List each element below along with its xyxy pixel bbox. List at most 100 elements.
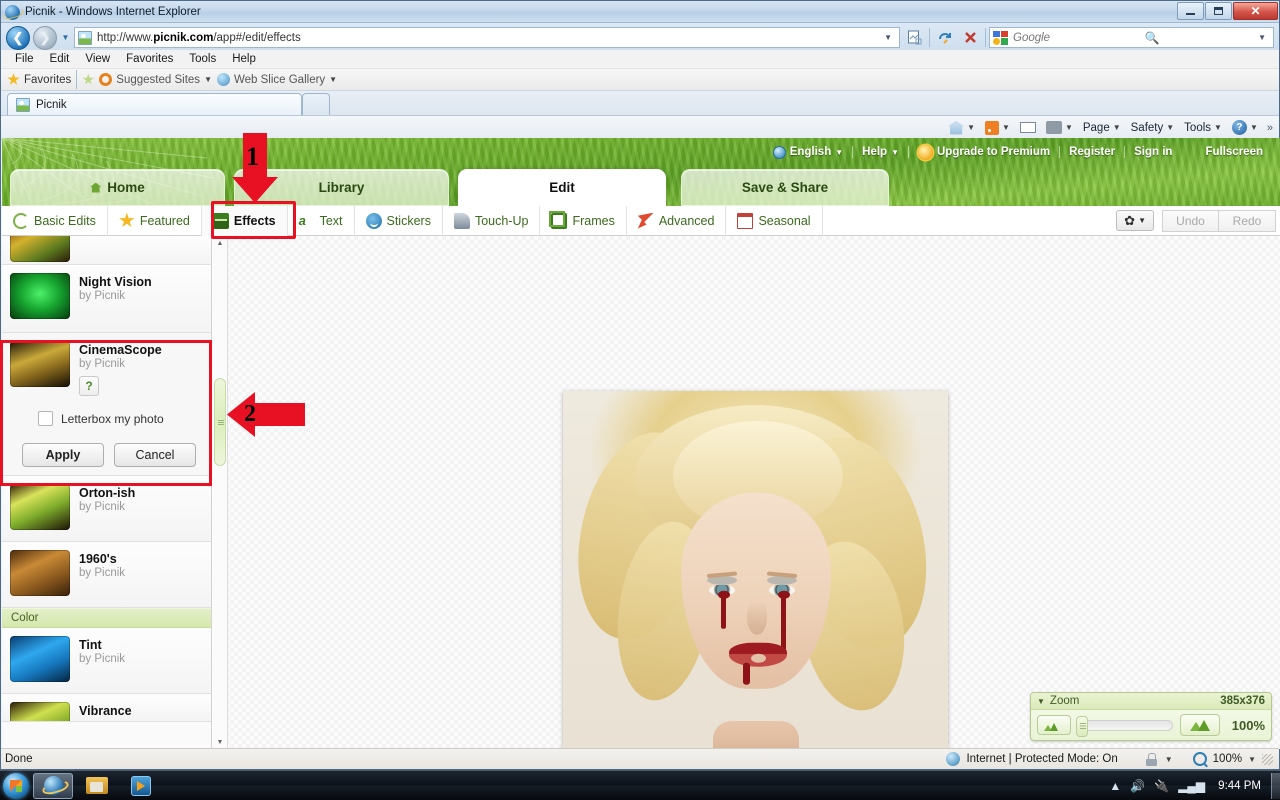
- redo-button[interactable]: Redo: [1219, 209, 1276, 232]
- menu-help[interactable]: Help: [224, 52, 264, 66]
- refresh-icon[interactable]: [933, 26, 956, 49]
- show-hidden-icons-icon[interactable]: ▲: [1109, 779, 1121, 793]
- taskbar-item-windows-explorer[interactable]: [77, 773, 117, 799]
- address-dropdown-caret-icon[interactable]: ▼: [880, 33, 896, 42]
- collapse-caret-icon[interactable]: ▼: [1037, 697, 1045, 706]
- volume-icon[interactable]: 🔊: [1130, 779, 1145, 793]
- scroll-down-arrow-icon[interactable]: ▼: [212, 735, 228, 749]
- subtab-seasonal[interactable]: Seasonal: [726, 205, 823, 236]
- tab-edit[interactable]: Edit: [458, 169, 666, 206]
- zoom-slider-thumb[interactable]: [1076, 715, 1088, 737]
- fullscreen-link[interactable]: Fullscreen: [1181, 146, 1272, 158]
- tab-home-label: Home: [107, 180, 145, 195]
- search-input[interactable]: Google 🔍 ▼: [989, 27, 1274, 48]
- resize-grip[interactable]: [1262, 753, 1273, 765]
- list-item[interactable]: Tint by Picnik: [2, 628, 211, 694]
- web-slice-icon: [216, 73, 230, 86]
- feeds-caret-icon[interactable]: ▼: [1002, 123, 1010, 132]
- subtab-text[interactable]: a Text: [288, 205, 355, 236]
- subtab-basic-edits[interactable]: Basic Edits: [2, 205, 108, 236]
- subtab-advanced[interactable]: Advanced: [627, 205, 727, 236]
- url-part-prefix: http://www.: [97, 31, 154, 44]
- minimize-button[interactable]: [1177, 2, 1204, 20]
- address-input[interactable]: http://www.picnik.com/app#/edit/effects …: [74, 27, 900, 48]
- sidebar-scrollbar[interactable]: ▲ ▼: [212, 236, 228, 749]
- battery-icon[interactable]: 🔌: [1154, 779, 1169, 793]
- command-bar-overflow[interactable]: »: [1264, 122, 1273, 134]
- zoom-slider[interactable]: [1076, 715, 1173, 737]
- menu-tools[interactable]: Tools: [181, 52, 224, 66]
- effects-sidebar[interactable]: Night Vision by Picnik CinemaScope by Pi…: [2, 236, 212, 749]
- list-item[interactable]: 1960's by Picnik: [2, 542, 211, 608]
- register-link[interactable]: Register: [1060, 146, 1124, 158]
- network-icon[interactable]: ▂▄▆: [1178, 779, 1205, 793]
- subtab-touch-up[interactable]: Touch-Up: [443, 205, 541, 236]
- sidebar-scrollbar-thumb[interactable]: [214, 378, 226, 466]
- compatibility-view-icon[interactable]: [903, 26, 926, 49]
- favorites-button[interactable]: Favorites: [7, 73, 71, 86]
- tools-menu[interactable]: Tools ▼: [1180, 120, 1226, 136]
- settings-gear-button[interactable]: ✿ ▼: [1116, 210, 1154, 231]
- print-button[interactable]: ▼: [1042, 119, 1077, 136]
- zoom-caret-icon[interactable]: ▼: [1248, 755, 1256, 764]
- menu-edit[interactable]: Edit: [42, 52, 78, 66]
- tab-label: Picnik: [36, 98, 67, 111]
- privacy-caret-icon[interactable]: ▼: [1165, 755, 1173, 764]
- feeds-button[interactable]: ▼: [981, 119, 1014, 137]
- taskbar-item-media-player[interactable]: [121, 773, 161, 799]
- subtab-stickers[interactable]: Stickers: [355, 205, 443, 236]
- security-zone-text: Internet | Protected Mode: On: [966, 753, 1118, 765]
- menu-file[interactable]: File: [7, 52, 42, 66]
- browser-zoom-level[interactable]: 100%: [1213, 753, 1242, 765]
- tab-picnik[interactable]: Picnik: [7, 93, 302, 115]
- edited-photo[interactable]: [563, 391, 948, 749]
- show-desktop-button[interactable]: [1271, 772, 1280, 799]
- forward-button[interactable]: ❯: [33, 25, 57, 50]
- home-button[interactable]: ▼: [944, 119, 979, 137]
- menu-favorites[interactable]: Favorites: [118, 52, 181, 66]
- menu-view[interactable]: View: [77, 52, 118, 66]
- taskbar-item-internet-explorer[interactable]: [33, 772, 73, 799]
- list-item[interactable]: Night Vision by Picnik: [2, 265, 211, 333]
- list-item[interactable]: [2, 236, 211, 265]
- home-caret-icon[interactable]: ▼: [967, 123, 975, 132]
- privacy-lock-icon[interactable]: [1144, 752, 1159, 766]
- maximize-button[interactable]: [1205, 2, 1232, 20]
- back-button[interactable]: ❮: [6, 25, 30, 50]
- add-to-favorites-bar-icon[interactable]: [82, 73, 95, 85]
- new-tab-button[interactable]: [302, 93, 330, 115]
- search-provider-caret-icon[interactable]: ▼: [1254, 33, 1270, 42]
- language-selector[interactable]: English ▼: [764, 145, 852, 159]
- zoom-panel[interactable]: ▼ Zoom 385x376 100%: [1030, 692, 1272, 741]
- signin-link[interactable]: Sign in: [1125, 146, 1181, 158]
- search-magnifier-icon[interactable]: 🔍: [1145, 31, 1160, 45]
- print-caret-icon[interactable]: ▼: [1065, 123, 1073, 132]
- recent-pages-caret-icon[interactable]: ▼: [60, 33, 71, 42]
- zoom-magnifier-icon[interactable]: [1192, 752, 1207, 766]
- zoom-panel-header[interactable]: ▼ Zoom 385x376: [1031, 693, 1271, 710]
- smiley-icon: [365, 212, 382, 229]
- tab-save-share[interactable]: Save & Share: [681, 169, 889, 206]
- close-button[interactable]: ✕: [1233, 2, 1278, 20]
- list-item[interactable]: Vibrance: [2, 694, 211, 722]
- taskbar-clock[interactable]: 9:44 PM: [1214, 780, 1265, 792]
- zoom-in-button[interactable]: [1180, 714, 1220, 736]
- stop-icon[interactable]: [959, 26, 982, 49]
- zoom-out-button[interactable]: [1037, 715, 1071, 735]
- start-button[interactable]: [3, 772, 29, 799]
- web-slice-gallery-button[interactable]: Web Slice Gallery ▼: [216, 73, 337, 86]
- suggested-sites-button[interactable]: Suggested Sites ▼: [99, 73, 212, 86]
- photo-canvas[interactable]: ▼ Zoom 385x376 100%: [229, 236, 1280, 749]
- subtab-frames[interactable]: Frames: [540, 205, 627, 236]
- subtab-featured[interactable]: Featured: [108, 205, 202, 236]
- tab-home[interactable]: Home: [10, 169, 225, 206]
- home-icon-small: [90, 182, 102, 193]
- help-menu[interactable]: ? ▼: [1228, 118, 1262, 137]
- subtab-touch-up-label: Touch-Up: [474, 213, 529, 228]
- read-mail-button[interactable]: [1016, 120, 1040, 135]
- undo-button[interactable]: Undo: [1162, 209, 1219, 232]
- upgrade-link[interactable]: Upgrade to Premium: [909, 144, 1059, 160]
- safety-menu[interactable]: Safety ▼: [1127, 120, 1179, 136]
- help-link[interactable]: Help ▼: [853, 146, 908, 158]
- page-menu[interactable]: Page ▼: [1079, 120, 1125, 136]
